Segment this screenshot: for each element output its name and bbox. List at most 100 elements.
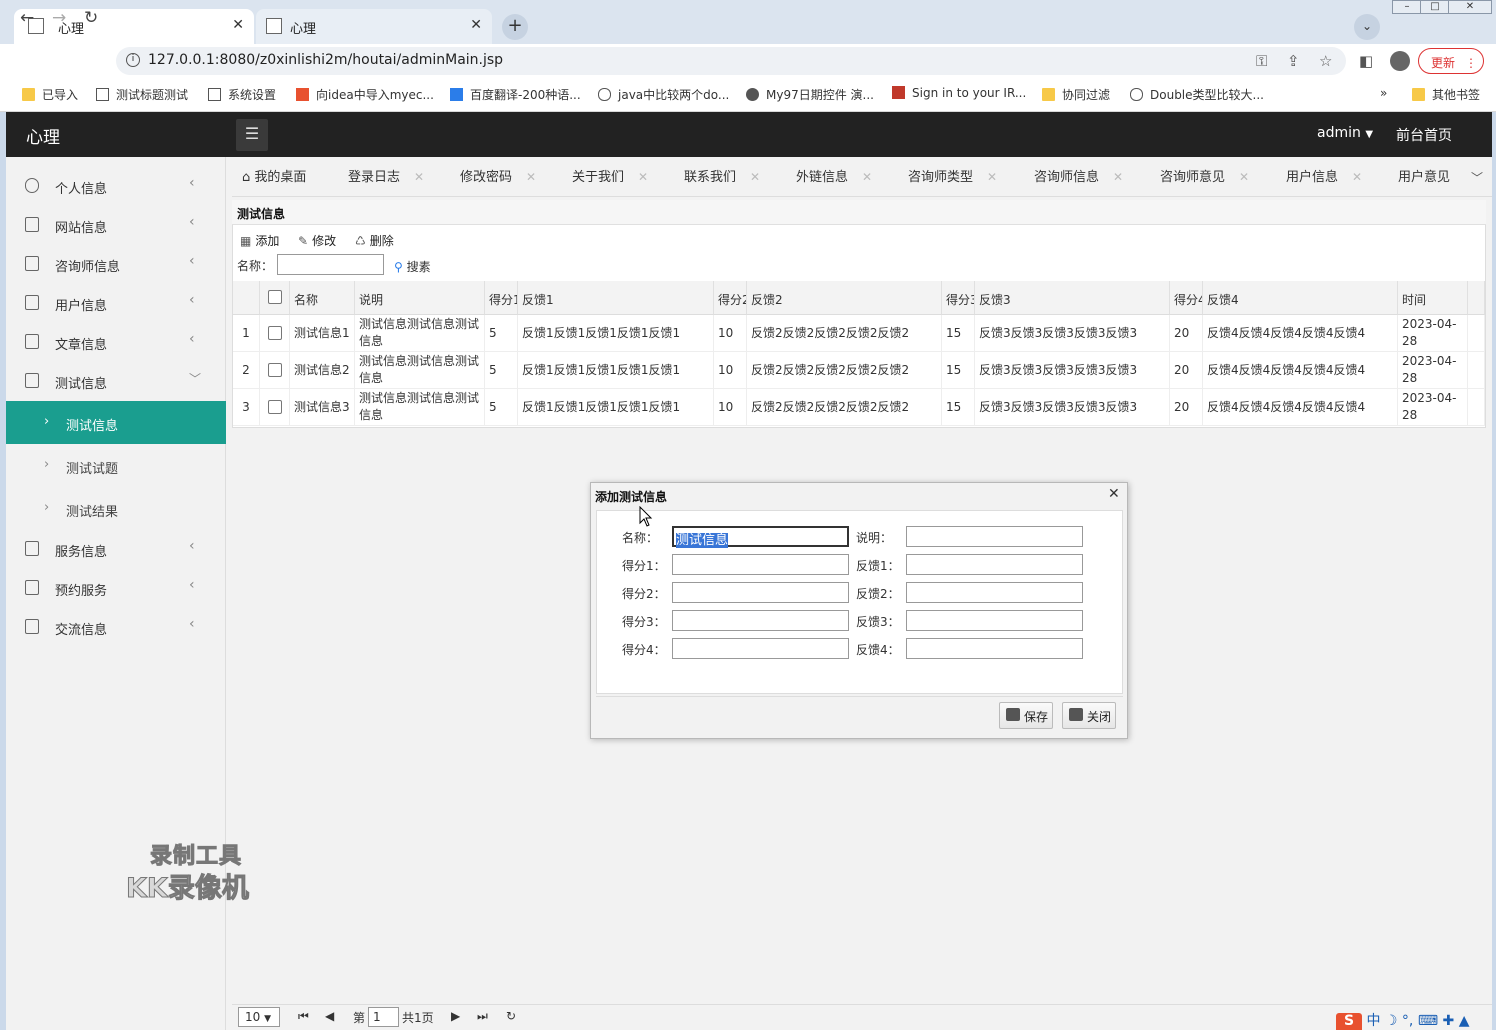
score2-input[interactable] bbox=[672, 582, 849, 603]
bookmark-item[interactable]: 测试标题测试 bbox=[96, 86, 188, 103]
tab-search-button[interactable]: ⌄ bbox=[1354, 14, 1380, 40]
close-icon[interactable]: ✕ bbox=[638, 170, 648, 184]
tab-more-chevron-icon[interactable]: ﹀ bbox=[1462, 160, 1492, 196]
sidebar-item-articles[interactable]: 文章信息 ‹ bbox=[6, 323, 226, 362]
window-close-button[interactable]: ✕ bbox=[1448, 0, 1492, 14]
tab-counselor-info[interactable]: 咨询师信息 ✕ bbox=[1034, 166, 1123, 185]
close-icon[interactable]: ✕ bbox=[862, 170, 872, 184]
bookmark-item[interactable]: My97日期控件 演... bbox=[746, 86, 874, 103]
key-icon[interactable]: ⚿ bbox=[1256, 52, 1267, 70]
feedback3-input[interactable] bbox=[906, 610, 1083, 631]
column-header[interactable]: 反馈4 bbox=[1203, 281, 1398, 315]
other-bookmarks[interactable]: 其他书签 bbox=[1412, 86, 1480, 103]
tab-about[interactable]: 关于我们 ✕ bbox=[572, 166, 648, 185]
tab-user-feedback[interactable]: 用户意见 bbox=[1398, 166, 1450, 185]
first-page-icon[interactable]: ⏮ bbox=[298, 1009, 309, 1024]
close-icon[interactable]: ✕ bbox=[1239, 170, 1249, 184]
tab-contact[interactable]: 联系我们 ✕ bbox=[684, 166, 760, 185]
browser-tab[interactable]: 心理 ✕ bbox=[256, 9, 492, 44]
column-header[interactable]: 得分4 bbox=[1170, 281, 1203, 315]
close-button[interactable]: 关闭 bbox=[1062, 702, 1116, 729]
profile-avatar[interactable] bbox=[1390, 51, 1410, 71]
side-panel-icon[interactable]: ◧ bbox=[1359, 52, 1373, 70]
column-header[interactable]: 时间 bbox=[1398, 281, 1468, 315]
home-link[interactable]: 前台首页 bbox=[1396, 125, 1452, 145]
column-header[interactable]: 反馈2 bbox=[747, 281, 942, 315]
bookmark-item[interactable]: java中比较两个do... bbox=[598, 86, 729, 103]
star-icon[interactable]: ☆ bbox=[1319, 52, 1332, 70]
next-page-icon[interactable]: ▶ bbox=[451, 1009, 460, 1023]
row-checkbox[interactable] bbox=[268, 363, 282, 377]
tab-counselor-feedback[interactable]: 咨询师意见 ✕ bbox=[1160, 166, 1249, 185]
close-icon[interactable]: ✕ bbox=[232, 17, 244, 33]
row-checkbox[interactable] bbox=[268, 400, 282, 414]
close-icon[interactable]: ✕ bbox=[470, 17, 482, 33]
sidebar-item-booking[interactable]: 预约服务 ‹ bbox=[6, 569, 226, 608]
sidebar-item-personal[interactable]: 个人信息 ‹ bbox=[6, 167, 226, 206]
desc-input[interactable] bbox=[906, 526, 1083, 547]
ime-status-bar[interactable]: S 中 ☽ °, ⌨ ✚ ▲ bbox=[1336, 1010, 1469, 1030]
bookmark-item[interactable]: 系统设置 bbox=[208, 86, 276, 103]
column-header[interactable]: 说明 bbox=[355, 281, 485, 315]
edit-button[interactable]: ✎ 修改 bbox=[298, 232, 336, 249]
column-header[interactable]: 得分1 bbox=[485, 281, 518, 315]
feedback2-input[interactable] bbox=[906, 582, 1083, 603]
close-icon[interactable]: ✕ bbox=[1352, 170, 1362, 184]
admin-menu[interactable]: admin ▼ bbox=[1317, 125, 1373, 141]
bookmark-item[interactable]: 协同过滤 bbox=[1042, 86, 1110, 103]
score3-input[interactable] bbox=[672, 610, 849, 631]
last-page-icon[interactable]: ⏭ bbox=[477, 1009, 488, 1024]
url-field[interactable]: i 127.0.0.1:8080/z0xinlishi2m/houtai/adm… bbox=[116, 47, 1346, 75]
bookmark-item[interactable]: Double类型比较大... bbox=[1130, 86, 1264, 103]
bookmark-item[interactable]: Sign in to your IR... bbox=[892, 86, 1026, 100]
sidebar-item-exchange[interactable]: 交流信息 ‹ bbox=[6, 608, 226, 647]
back-icon[interactable]: ← bbox=[20, 8, 34, 28]
sidebar-item-counselor[interactable]: 咨询师信息 ‹ bbox=[6, 245, 226, 284]
sidebar-item-site[interactable]: 网站信息 ‹ bbox=[6, 206, 226, 245]
sidebar-subitem-test-results[interactable]: › 测试结果 bbox=[6, 487, 226, 530]
close-icon[interactable]: ✕ bbox=[750, 170, 760, 184]
bookmark-item[interactable]: 百度翻译-200种语... bbox=[450, 86, 581, 103]
tab-user-info[interactable]: 用户信息 ✕ bbox=[1286, 166, 1362, 185]
search-input[interactable] bbox=[277, 254, 384, 275]
score1-input[interactable] bbox=[672, 554, 849, 575]
page-size-select[interactable]: 10 ▼ bbox=[238, 1007, 280, 1027]
column-header[interactable]: 反馈1 bbox=[518, 281, 714, 315]
search-button[interactable]: ⚲ 搜素 bbox=[394, 258, 431, 275]
score4-input[interactable] bbox=[672, 638, 849, 659]
sidebar-item-tests[interactable]: 测试信息 ﹀ bbox=[6, 362, 226, 401]
column-header[interactable]: 名称 bbox=[290, 281, 355, 315]
info-icon[interactable]: i bbox=[126, 53, 140, 67]
tab-desktop[interactable]: ⌂ 我的桌面 bbox=[242, 166, 306, 185]
update-button[interactable]: 更新 ⋮ bbox=[1418, 48, 1484, 74]
column-header[interactable]: 得分3 bbox=[942, 281, 975, 315]
new-tab-button[interactable]: + bbox=[502, 14, 528, 40]
feedback4-input[interactable] bbox=[906, 638, 1083, 659]
delete-button[interactable]: ♺ 删除 bbox=[355, 232, 394, 249]
select-all-checkbox[interactable] bbox=[268, 290, 282, 304]
add-button[interactable]: ▦ 添加 bbox=[240, 232, 279, 249]
close-icon[interactable]: ✕ bbox=[414, 170, 424, 184]
row-checkbox[interactable] bbox=[268, 326, 282, 340]
forward-icon[interactable]: → bbox=[52, 8, 66, 28]
menu-toggle-icon[interactable]: ☰ bbox=[236, 119, 268, 151]
minimize-button[interactable]: – bbox=[1392, 0, 1422, 14]
close-icon[interactable]: ✕ bbox=[526, 170, 536, 184]
close-icon[interactable]: ✕ bbox=[1108, 486, 1120, 502]
bookmark-item[interactable]: 向idea中导入myec... bbox=[296, 86, 434, 103]
sidebar-subitem-test-info[interactable]: › 测试信息 bbox=[6, 401, 226, 444]
column-header[interactable]: 得分2 bbox=[714, 281, 747, 315]
feedback1-input[interactable] bbox=[906, 554, 1083, 575]
reload-icon[interactable]: ↻ bbox=[84, 8, 98, 28]
tab-links[interactable]: 外链信息 ✕ bbox=[796, 166, 872, 185]
maximize-button[interactable]: □ bbox=[1420, 0, 1450, 14]
bookmarks-overflow[interactable]: » bbox=[1380, 86, 1387, 100]
browser-tab-active[interactable]: 心理 ✕ bbox=[14, 9, 254, 44]
refresh-icon[interactable]: ↻ bbox=[506, 1009, 516, 1023]
sidebar-subitem-test-questions[interactable]: › 测试试题 bbox=[6, 444, 226, 487]
tab-change-password[interactable]: 修改密码 ✕ bbox=[460, 166, 536, 185]
name-input[interactable]: 测试信息 bbox=[672, 526, 849, 548]
column-header[interactable]: 反馈3 bbox=[975, 281, 1170, 315]
close-icon[interactable]: ✕ bbox=[1113, 170, 1123, 184]
save-button[interactable]: 保存 bbox=[999, 702, 1053, 729]
